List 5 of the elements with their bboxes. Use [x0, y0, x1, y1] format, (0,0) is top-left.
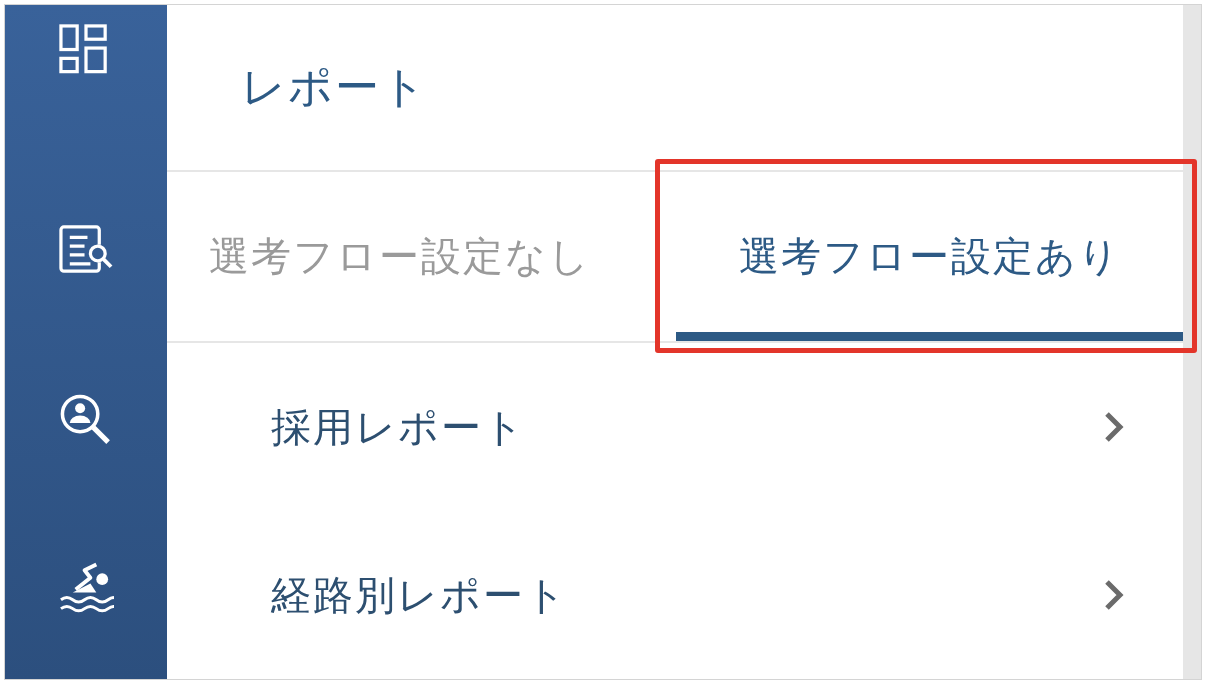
chevron-right-icon — [1103, 410, 1125, 444]
page-title: レポート — [241, 61, 428, 114]
menu-item[interactable]: 経路別レポート — [167, 511, 1183, 679]
chevron-right-icon — [1103, 578, 1125, 612]
menu-item[interactable]: 採用レポート — [167, 343, 1183, 511]
